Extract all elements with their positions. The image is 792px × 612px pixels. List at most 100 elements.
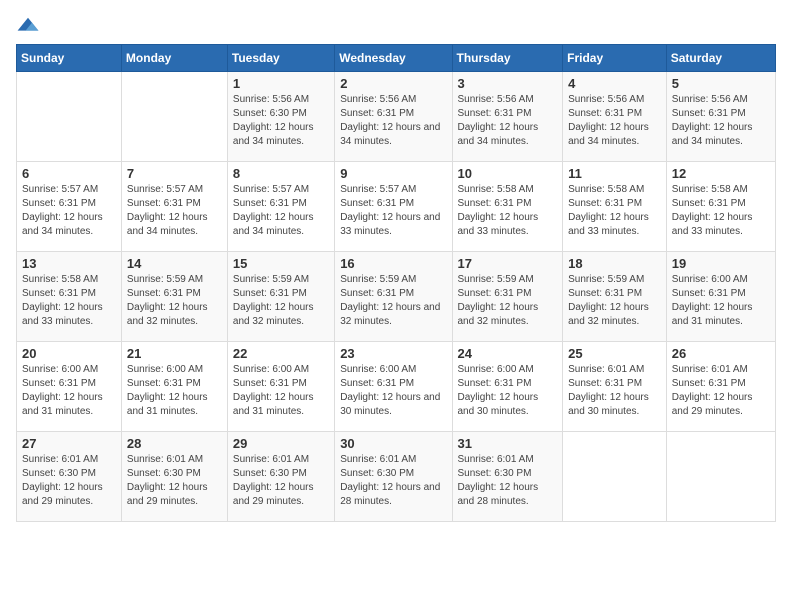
calendar-cell: 20Sunrise: 6:00 AM Sunset: 6:31 PM Dayli… <box>17 342 122 432</box>
calendar-cell <box>17 72 122 162</box>
day-number: 19 <box>672 256 770 271</box>
calendar-cell: 22 Sunrise: 6:00 AM Sunset: 6:31 PM Dayli… <box>227 342 334 432</box>
weekday-header: Thursday <box>452 45 563 72</box>
day-number: 11 <box>568 166 661 181</box>
calendar-week-row: 6 Sunrise: 5:57 AM Sunset: 6:31 PM Daylig… <box>17 162 776 252</box>
calendar-table: SundayMondayTuesdayWednesdayThursdayFrid… <box>16 44 776 522</box>
calendar-cell: 6 Sunrise: 5:57 AM Sunset: 6:31 PM Daylig… <box>17 162 122 252</box>
calendar-cell: 9 Sunrise: 5:57 AM Sunset: 6:31 PM Daylig… <box>335 162 452 252</box>
day-info: Sunrise: 5:56 AM Sunset: 6:31 PM Dayligh… <box>340 93 446 149</box>
calendar-cell: 26 Sunrise: 6:01 AM Sunset: 6:31 PM Dayli… <box>666 342 775 432</box>
weekday-header: Sunday <box>17 45 122 72</box>
day-info: Sunrise: 6:00 AM Sunset: 6:31 PM Dayligh… <box>340 363 446 419</box>
day-info: Sunrise: 5:57 AM Sunset: 6:31 PM Dayligh… <box>22 183 116 239</box>
calendar-cell: 11 Sunrise: 5:58 AM Sunset: 6:31 PM Dayli… <box>563 162 667 252</box>
calendar-cell: 12 Sunrise: 5:58 AM Sunset: 6:31 PM Dayli… <box>666 162 775 252</box>
calendar-header: SundayMondayTuesdayWednesdayThursdayFrid… <box>17 45 776 72</box>
day-info: Sunrise: 5:59 AM Sunset: 6:31 PM Dayligh… <box>568 273 661 329</box>
calendar-cell: 1 Sunrise: 5:56 AM Sunset: 6:30 PM Daylig… <box>227 72 334 162</box>
day-info: Sunrise: 5:58 AM Sunset: 6:31 PM Dayligh… <box>672 183 770 239</box>
calendar-cell: 2 Sunrise: 5:56 AM Sunset: 6:31 PM Daylig… <box>335 72 452 162</box>
day-info: Sunrise: 6:00 AM Sunset: 6:31 PM Dayligh… <box>127 363 222 419</box>
day-number: 21 <box>127 346 222 361</box>
day-number: 14 <box>127 256 222 271</box>
day-info: Sunrise: 6:01 AM Sunset: 6:30 PM Dayligh… <box>22 453 116 509</box>
day-number: 15 <box>233 256 329 271</box>
day-number: 6 <box>22 166 116 181</box>
day-info: Sunrise: 5:59 AM Sunset: 6:31 PM Dayligh… <box>458 273 558 329</box>
calendar-cell: 3Sunrise: 5:56 AM Sunset: 6:31 PM Daylig… <box>452 72 563 162</box>
calendar-cell: 7Sunrise: 5:57 AM Sunset: 6:31 PM Daylig… <box>121 162 227 252</box>
calendar-cell: 25 Sunrise: 6:01 AM Sunset: 6:31 PM Dayli… <box>563 342 667 432</box>
day-number: 16 <box>340 256 446 271</box>
calendar-cell: 19 Sunrise: 6:00 AM Sunset: 6:31 PM Dayli… <box>666 252 775 342</box>
logo-icon <box>16 16 40 34</box>
day-number: 22 <box>233 346 329 361</box>
day-number: 27 <box>22 436 116 451</box>
day-number: 25 <box>568 346 661 361</box>
day-info: Sunrise: 5:58 AM Sunset: 6:31 PM Dayligh… <box>22 273 116 329</box>
page-header <box>16 16 776 34</box>
day-number: 2 <box>340 76 446 91</box>
day-info: Sunrise: 6:01 AM Sunset: 6:30 PM Dayligh… <box>340 453 446 509</box>
day-info: Sunrise: 6:00 AM Sunset: 6:31 PM Dayligh… <box>672 273 770 329</box>
day-number: 29 <box>233 436 329 451</box>
day-number: 30 <box>340 436 446 451</box>
day-number: 13 <box>22 256 116 271</box>
day-number: 23 <box>340 346 446 361</box>
calendar-cell: 31Sunrise: 6:01 AM Sunset: 6:30 PM Dayli… <box>452 432 563 522</box>
day-number: 12 <box>672 166 770 181</box>
day-number: 28 <box>127 436 222 451</box>
calendar-cell: 21 Sunrise: 6:00 AM Sunset: 6:31 PM Dayli… <box>121 342 227 432</box>
day-number: 9 <box>340 166 446 181</box>
calendar-cell: 27 Sunrise: 6:01 AM Sunset: 6:30 PM Dayli… <box>17 432 122 522</box>
calendar-body: 1 Sunrise: 5:56 AM Sunset: 6:30 PM Daylig… <box>17 72 776 522</box>
day-info: Sunrise: 5:57 AM Sunset: 6:31 PM Dayligh… <box>340 183 446 239</box>
day-info: Sunrise: 5:56 AM Sunset: 6:30 PM Dayligh… <box>233 93 329 149</box>
weekday-header: Wednesday <box>335 45 452 72</box>
day-number: 17 <box>458 256 558 271</box>
day-number: 26 <box>672 346 770 361</box>
calendar-cell: 24Sunrise: 6:00 AM Sunset: 6:31 PM Dayli… <box>452 342 563 432</box>
weekday-header: Monday <box>121 45 227 72</box>
calendar-cell: 28 Sunrise: 6:01 AM Sunset: 6:30 PM Dayli… <box>121 432 227 522</box>
weekday-header: Saturday <box>666 45 775 72</box>
day-number: 24 <box>458 346 558 361</box>
day-number: 1 <box>233 76 329 91</box>
day-info: Sunrise: 5:59 AM Sunset: 6:31 PM Dayligh… <box>340 273 446 329</box>
day-info: Sunrise: 5:58 AM Sunset: 6:31 PM Dayligh… <box>568 183 661 239</box>
day-info: Sunrise: 6:01 AM Sunset: 6:30 PM Dayligh… <box>458 453 558 509</box>
weekday-row: SundayMondayTuesdayWednesdayThursdayFrid… <box>17 45 776 72</box>
weekday-header: Tuesday <box>227 45 334 72</box>
calendar-cell: 5 Sunrise: 5:56 AM Sunset: 6:31 PM Daylig… <box>666 72 775 162</box>
calendar-cell: 4 Sunrise: 5:56 AM Sunset: 6:31 PM Daylig… <box>563 72 667 162</box>
day-info: Sunrise: 5:56 AM Sunset: 6:31 PM Dayligh… <box>568 93 661 149</box>
calendar-week-row: 27 Sunrise: 6:01 AM Sunset: 6:30 PM Dayli… <box>17 432 776 522</box>
day-info: Sunrise: 6:01 AM Sunset: 6:31 PM Dayligh… <box>672 363 770 419</box>
calendar-cell <box>563 432 667 522</box>
calendar-week-row: 20Sunrise: 6:00 AM Sunset: 6:31 PM Dayli… <box>17 342 776 432</box>
calendar-cell: 15 Sunrise: 5:59 AM Sunset: 6:31 PM Dayli… <box>227 252 334 342</box>
calendar-week-row: 1 Sunrise: 5:56 AM Sunset: 6:30 PM Daylig… <box>17 72 776 162</box>
calendar-cell: 10Sunrise: 5:58 AM Sunset: 6:31 PM Dayli… <box>452 162 563 252</box>
day-number: 5 <box>672 76 770 91</box>
calendar-week-row: 13 Sunrise: 5:58 AM Sunset: 6:31 PM Dayli… <box>17 252 776 342</box>
day-info: Sunrise: 5:57 AM Sunset: 6:31 PM Dayligh… <box>233 183 329 239</box>
calendar-cell: 13 Sunrise: 5:58 AM Sunset: 6:31 PM Dayli… <box>17 252 122 342</box>
logo <box>16 16 44 34</box>
calendar-cell: 16 Sunrise: 5:59 AM Sunset: 6:31 PM Dayli… <box>335 252 452 342</box>
day-info: Sunrise: 6:01 AM Sunset: 6:30 PM Dayligh… <box>127 453 222 509</box>
calendar-cell: 8 Sunrise: 5:57 AM Sunset: 6:31 PM Daylig… <box>227 162 334 252</box>
day-info: Sunrise: 6:00 AM Sunset: 6:31 PM Dayligh… <box>233 363 329 419</box>
day-number: 8 <box>233 166 329 181</box>
day-info: Sunrise: 5:59 AM Sunset: 6:31 PM Dayligh… <box>233 273 329 329</box>
calendar-cell <box>666 432 775 522</box>
day-number: 4 <box>568 76 661 91</box>
day-info: Sunrise: 5:58 AM Sunset: 6:31 PM Dayligh… <box>458 183 558 239</box>
day-info: Sunrise: 6:01 AM Sunset: 6:30 PM Dayligh… <box>233 453 329 509</box>
day-info: Sunrise: 5:56 AM Sunset: 6:31 PM Dayligh… <box>672 93 770 149</box>
calendar-cell: 18Sunrise: 5:59 AM Sunset: 6:31 PM Dayli… <box>563 252 667 342</box>
day-info: Sunrise: 6:01 AM Sunset: 6:31 PM Dayligh… <box>568 363 661 419</box>
day-info: Sunrise: 5:57 AM Sunset: 6:31 PM Dayligh… <box>127 183 222 239</box>
calendar-cell: 17 Sunrise: 5:59 AM Sunset: 6:31 PM Dayli… <box>452 252 563 342</box>
